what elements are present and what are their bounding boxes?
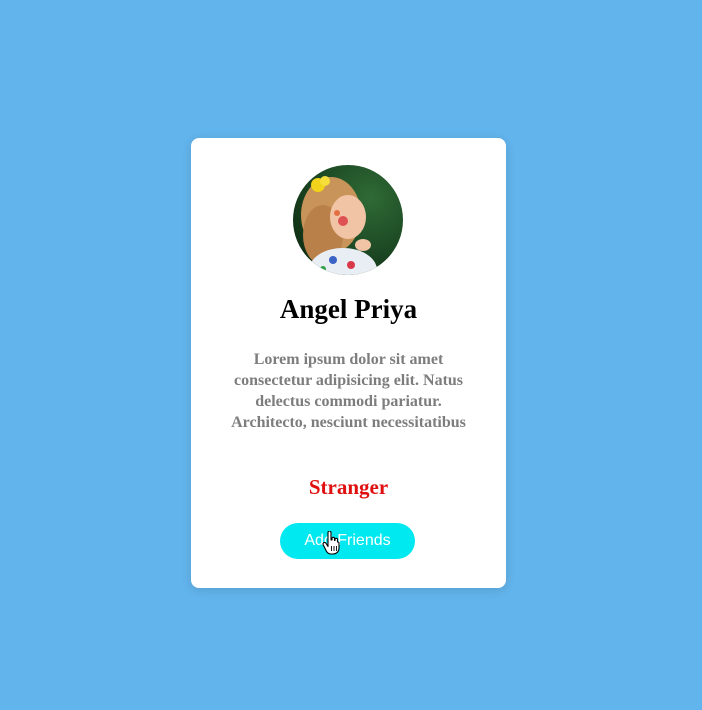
avatar — [293, 165, 403, 275]
profile-bio: Lorem ipsum dolor sit amet consectetur a… — [231, 351, 466, 431]
hand-pointer-icon — [322, 531, 340, 555]
profile-name: Angel Priya — [279, 294, 418, 324]
add-friends-button[interactable]: Add Friends — [280, 523, 415, 559]
avatar-photo-icon — [293, 165, 403, 275]
status-label: Stranger — [308, 475, 389, 499]
profile-card: Angel Priya Lorem ipsum dolor sit amet c… — [191, 138, 506, 588]
